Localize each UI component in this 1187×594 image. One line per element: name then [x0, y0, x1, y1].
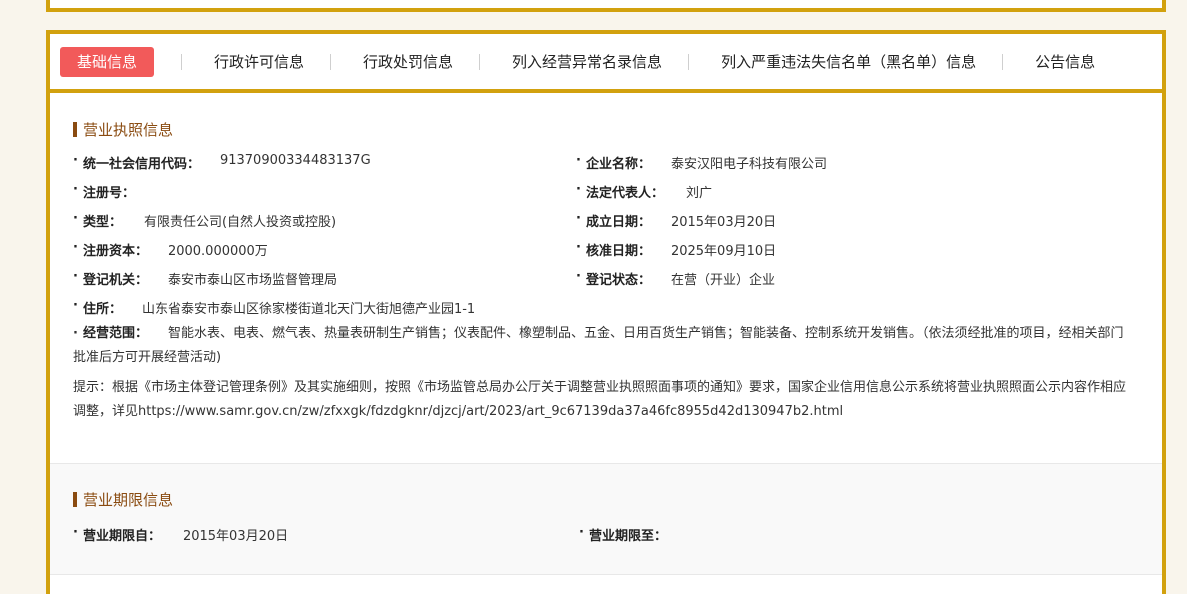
top-panel [46, 0, 1166, 12]
company-name-value: 泰安汉阳电子科技有限公司 [670, 157, 827, 172]
field-label: 注册资本： [82, 244, 148, 259]
established-value: 2015年03月20日 [670, 215, 777, 230]
field-business-scope: · 经营范围： 智能水表、电表、燃气表、热量表研制生产销售；仪表配件、橡塑制品、五金… [73, 326, 1124, 365]
field-term-to: · 营业期限至： [579, 525, 667, 544]
credit-code-value: 91370900334483137G [219, 153, 371, 168]
field-label: 登记状态： [585, 273, 651, 288]
tab-separator [181, 53, 183, 70]
tab-separator [479, 53, 481, 70]
business-term-section: 营业期限信息 · 营业期限自： 2015年03月20日 · 营业期限至： [50, 464, 1162, 575]
field-label: 经营范围： [82, 326, 148, 341]
status-value: 在营（开业）企业 [670, 273, 775, 288]
field-label: 成立日期： [585, 215, 651, 230]
tab-admin-license[interactable]: 行政许可信息 [214, 47, 304, 77]
field-label: 核准日期： [585, 244, 651, 259]
field-capital: · 注册资本： 2000.000000万 [73, 240, 268, 259]
field-label: 营业期限至： [588, 529, 667, 544]
tab-announcement[interactable]: 公告信息 [1035, 47, 1095, 77]
capital-value: 2000.000000万 [167, 244, 268, 259]
section-title-text: 营业执照信息 [83, 121, 174, 139]
field-address: · 住所： 山东省泰安市泰山区徐家楼街道北天门大街旭德产业园1-1 [73, 298, 476, 317]
title-bar-icon [73, 122, 77, 137]
field-type: · 类型： 有限责任公司(自然人投资或控股) [73, 211, 337, 230]
section-title-text: 营业期限信息 [83, 491, 174, 509]
title-bar-icon [73, 492, 77, 507]
field-label: 类型： [82, 215, 122, 230]
field-label: 企业名称： [585, 157, 651, 172]
business-license-section: 营业执照信息 · 统一社会信用代码： 91370900334483137G · … [50, 93, 1162, 464]
tab-bar: 基础信息 行政许可信息 行政处罚信息 列入经营异常名录信息 列入严重违法失信名单… [50, 34, 1162, 93]
tab-abnormal-operation[interactable]: 列入经营异常名录信息 [512, 47, 662, 77]
type-value: 有限责任公司(自然人投资或控股) [143, 215, 337, 230]
field-company-name: · 企业名称： 泰安汉阳电子科技有限公司 [576, 153, 827, 172]
approved-value: 2025年09月10日 [670, 244, 777, 259]
field-label: 营业期限自： [82, 529, 161, 544]
field-approved: · 核准日期： 2025年09月10日 [576, 240, 777, 259]
field-label: 注册号： [82, 186, 135, 201]
legal-rep-value: 刘广 [685, 186, 712, 201]
tab-admin-penalty[interactable]: 行政处罚信息 [363, 47, 453, 77]
field-reg-no: · 注册号： [73, 182, 135, 201]
tab-blacklist[interactable]: 列入严重违法失信名单（黑名单）信息 [721, 47, 976, 77]
tab-separator [688, 53, 690, 70]
field-label: 住所： [82, 302, 122, 317]
term-from-value: 2015年03月20日 [182, 529, 289, 544]
field-label: 登记机关： [82, 273, 148, 288]
tab-separator [1002, 53, 1004, 70]
section-title: 营业期限信息 [73, 489, 173, 510]
field-term-from: · 营业期限自： 2015年03月20日 [73, 525, 289, 544]
license-notice: 提示：根据《市场主体登记管理条例》及其实施细则，按照《市场监管总局办公厅关于调整… [73, 380, 1127, 419]
field-established: · 成立日期： 2015年03月20日 [576, 211, 777, 230]
field-legal-rep: · 法定代表人： 刘广 [576, 182, 712, 201]
tab-separator [330, 53, 332, 70]
business-scope-value: 智能水表、电表、燃气表、热量表研制生产销售；仪表配件、橡塑制品、五金、日用百货生… [73, 326, 1124, 365]
field-status: · 登记状态： 在营（开业）企业 [576, 269, 775, 288]
company-info-panel: 基础信息 行政许可信息 行政处罚信息 列入经营异常名录信息 列入严重违法失信名单… [46, 30, 1166, 594]
address-value: 山东省泰安市泰山区徐家楼街道北天门大街旭德产业园1-1 [141, 302, 476, 317]
authority-value: 泰安市泰山区市场监督管理局 [167, 273, 337, 288]
tab-basic-info[interactable]: 基础信息 [60, 46, 155, 77]
field-label: 法定代表人： [585, 186, 664, 201]
field-label: 统一社会信用代码： [82, 157, 200, 172]
section-title: 营业执照信息 [73, 119, 173, 140]
field-authority: · 登记机关： 泰安市泰山区市场监督管理局 [73, 269, 337, 288]
field-credit-code: · 统一社会信用代码： 91370900334483137G [73, 153, 371, 172]
